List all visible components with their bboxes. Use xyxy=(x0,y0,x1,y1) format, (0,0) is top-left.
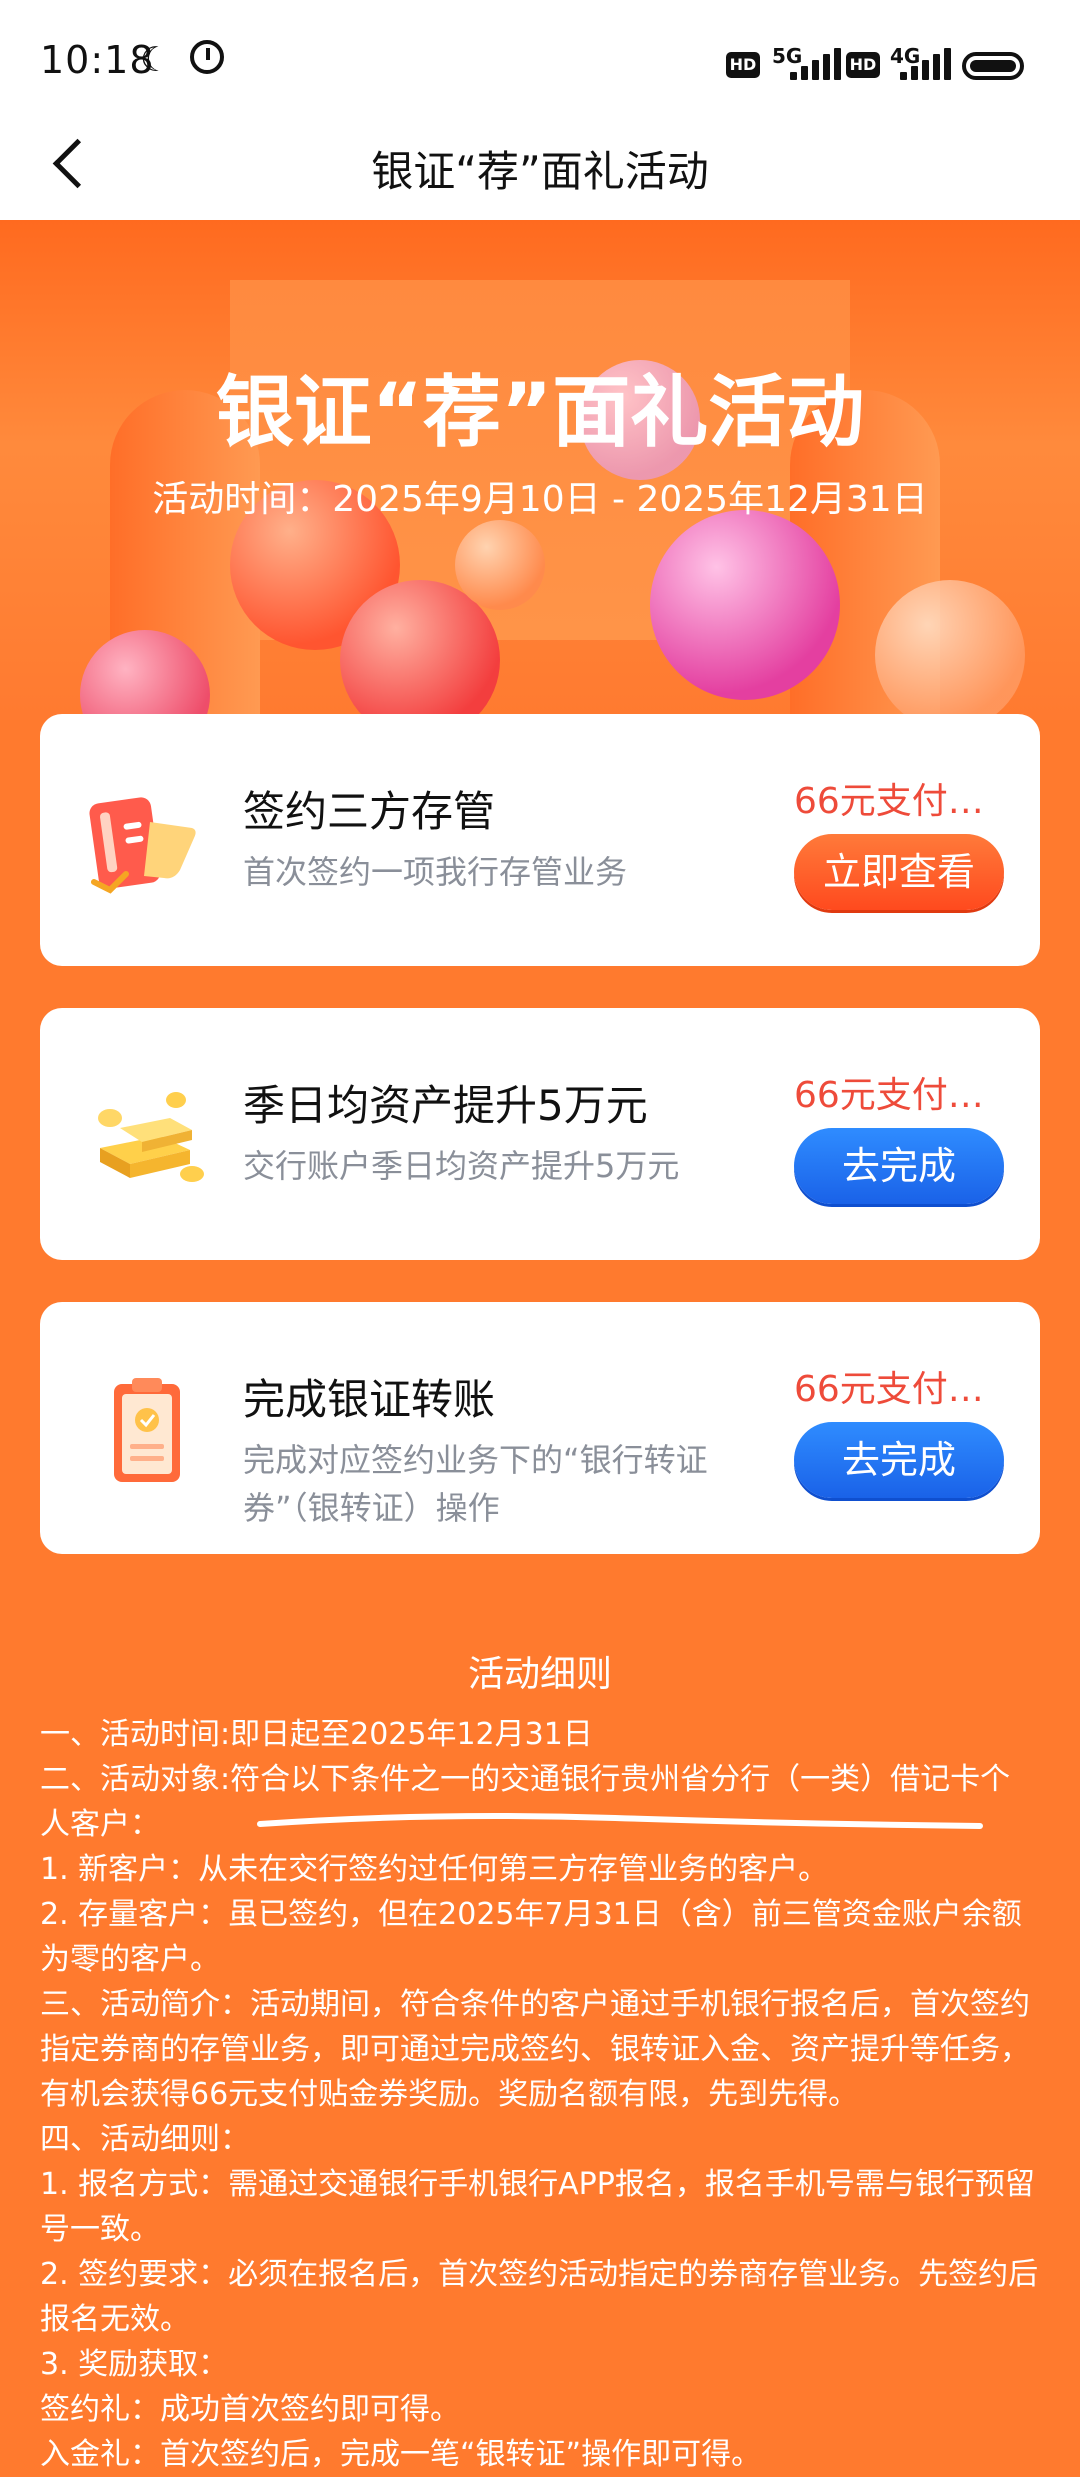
task-reward: 66元支付… xyxy=(794,1369,984,1410)
alarm-icon xyxy=(190,40,224,74)
banner-subtitle: 活动时间：2025年9月10日 - 2025年12月31日 xyxy=(152,479,928,520)
gold-bars-icon xyxy=(98,1092,204,1182)
task-desc: 完成对应签约业务下的“银行转证券”（银转证）操作 xyxy=(243,1441,708,1527)
banner-ball xyxy=(455,520,545,610)
status-time: 10:18 xyxy=(40,38,155,82)
task-card-assets: 季日均资产提升5万元 交行账户季日均资产提升5万元 66元支付… 去完成 xyxy=(40,1008,1040,1260)
rule-line: 1. 报名方式：需通过交通银行手机银行APP报名，报名手机号需与银行预留号一致。 xyxy=(40,2167,1035,2247)
task-title: 季日均资产提升5万元 xyxy=(243,1081,648,1130)
activity-banner: 银证“荐”面礼活动 活动时间：2025年9月10日 - 2025年12月31日 xyxy=(0,220,1080,720)
contract-card-icon xyxy=(89,797,196,894)
hd-icon-2: HD xyxy=(846,52,880,78)
rule-line: 2. 签约要求：必须在报名后，首次签约活动指定的券商存管业务。先签约后报名无效。 xyxy=(40,2257,1039,2337)
task-desc: 交行账户季日均资产提升5万元 xyxy=(243,1147,680,1185)
rule-line: 1. 新客户：从未在交行签约过任何第三方存管业务的客户。 xyxy=(40,1852,829,1887)
rules-title: 活动细则 xyxy=(467,1654,612,1695)
go-complete-button[interactable]: 去完成 xyxy=(794,1128,1004,1204)
task-title: 完成银证转账 xyxy=(243,1375,496,1424)
rule-line: 入金礼：首次签约后，完成一笔“银转证”操作即可得。 xyxy=(40,2437,762,2472)
rule-line: 签约礼：成功首次签约即可得。 xyxy=(40,2392,460,2427)
hd-icon: HD xyxy=(726,52,760,78)
banner-ball xyxy=(650,510,840,700)
task-title: 签约三方存管 xyxy=(243,787,496,836)
signal-icon xyxy=(790,48,844,80)
rule-line: 四、活动细则： xyxy=(40,2122,250,2157)
go-complete-button[interactable]: 去完成 xyxy=(794,1422,1004,1498)
rule-line: 2. 存量客户：虽已签约，但在2025年7月31日（含）前三管资金账户余额为零的… xyxy=(40,1897,1022,1977)
nav-bar: 银证“荐”面礼活动 xyxy=(0,120,1080,220)
task-card-sign: 签约三方存管 首次签约一项我行存管业务 66元支付… 立即查看 xyxy=(40,714,1040,966)
task-card-transfer: 完成银证转账 完成对应签约业务下的“银行转证券”（银转证）操作 66元支付… 去… xyxy=(40,1302,1040,1554)
banner-ball xyxy=(875,580,1025,720)
task-reward: 66元支付… xyxy=(794,781,984,822)
task-reward: 66元支付… xyxy=(794,1075,984,1116)
moon-icon: ☾ xyxy=(140,40,171,80)
rule-line: 三、活动简介：活动期间，符合条件的客户通过手机银行报名后，首次签约指定券商的存管… xyxy=(40,1987,1030,2112)
rule-line: 一、活动时间:即日起至2025年12月31日 xyxy=(40,1717,593,1752)
view-now-button[interactable]: 立即查看 xyxy=(794,834,1004,910)
task-desc: 首次签约一项我行存管业务 xyxy=(243,853,628,891)
clipboard-icon xyxy=(114,1378,180,1482)
banner-title: 银证“荐”面礼活动 xyxy=(215,368,865,458)
rules-text: 一、活动时间:即日起至2025年12月31日 二、活动对象:符合以下条件之一的交… xyxy=(40,1712,1040,2477)
page-title: 银证“荐”面礼活动 xyxy=(371,147,709,196)
rule-line: 二、活动对象:符合以下条件之一的交通银行贵州省分行（一类）借记卡个人客户： xyxy=(40,1762,1011,1842)
status-bar: 10:18 ☾ HD 5G HD 4G xyxy=(0,0,1080,120)
rule-line: 3. 奖励获取： xyxy=(40,2347,229,2382)
battery-icon xyxy=(962,52,1024,80)
signal-icon-2 xyxy=(900,48,954,80)
